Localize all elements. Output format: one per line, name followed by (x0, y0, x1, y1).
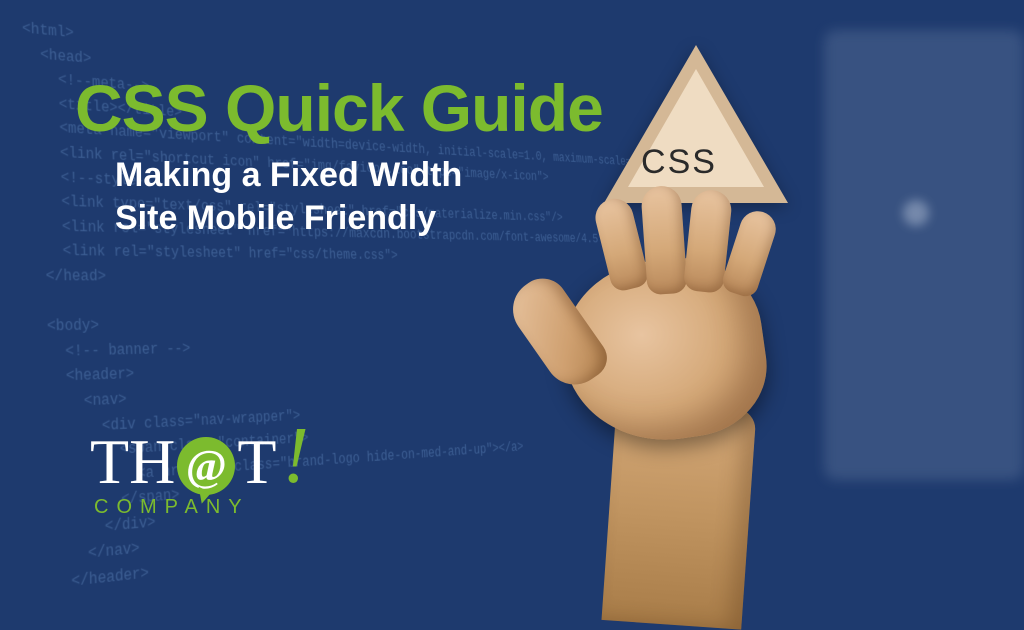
subtitle: Making a Fixed Width Site Mobile Friendl… (115, 154, 462, 239)
finger-middle (640, 185, 687, 296)
subtitle-line-1: Making a Fixed Width (115, 156, 462, 194)
content-area: CSS Quick Guide Making a Fixed Width Sit… (0, 0, 1024, 579)
logo-main: TH @ T ! (90, 422, 309, 502)
company-logo: TH @ T ! COMPANY (90, 422, 309, 519)
logo-subtext: COMPANY (94, 496, 250, 519)
triangle-label: CSS (619, 143, 739, 182)
subtitle-line-2: Site Mobile Friendly (115, 199, 436, 237)
logo-part-th: TH (90, 430, 175, 494)
logo-at-icon: @ (177, 437, 235, 495)
hand-illustration: CSS (474, 45, 894, 565)
hand-shape (474, 220, 894, 620)
logo-exclamation-icon: ! (282, 416, 309, 496)
logo-part-t: T (237, 430, 276, 494)
